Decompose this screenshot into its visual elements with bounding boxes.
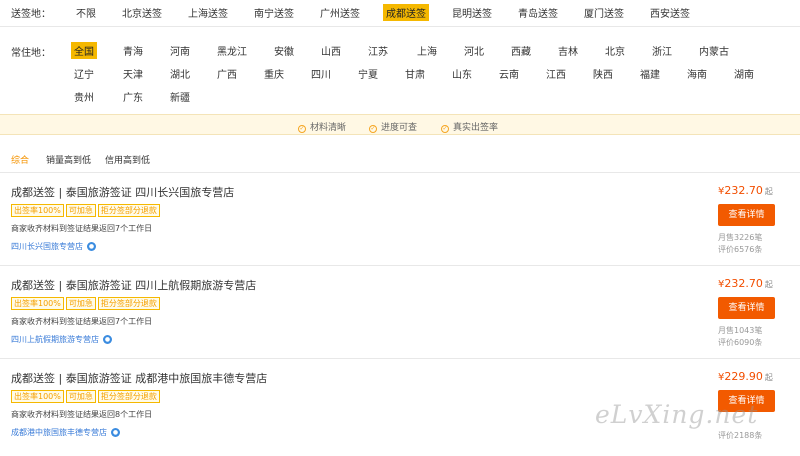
residence-option[interactable]: 甘肃 — [402, 65, 428, 82]
feature-clear-materials: ✓ 材料清晰 — [298, 123, 347, 133]
feature-progress-trackable: ✓ 进度可查 — [369, 123, 418, 133]
send-option-guangzhou[interactable]: 广州送签 — [317, 4, 363, 21]
view-details-button[interactable]: 查看详情 — [718, 204, 775, 226]
residence-option[interactable]: 新疆 — [167, 88, 193, 105]
send-option-chengdu[interactable]: 成都送签 — [383, 4, 429, 21]
shop-link[interactable]: 四川上航假期旅游专营店 ● — [11, 334, 112, 345]
residence-option[interactable]: 河南 — [167, 42, 193, 59]
chat-icon[interactable]: ● — [87, 242, 96, 251]
residence-option[interactable]: 湖南 — [731, 65, 757, 82]
residence-option[interactable]: 天津 — [120, 65, 146, 82]
residence-filter: 常住地： 全国 青海 河南 黑龙江 安徽 山西 江苏 上海 河北 西藏 吉林 北… — [0, 36, 800, 106]
send-option-xiamen[interactable]: 厦门送签 — [581, 4, 627, 21]
tag-expedite: 可加急 — [65, 390, 96, 403]
monthly-sales: 月售3226笔 — [718, 233, 763, 242]
check-circle-icon: ✓ — [298, 125, 306, 133]
residence-option[interactable]: 云南 — [496, 65, 522, 82]
send-location-filter: 送签地： 不限 北京送签 上海送签 南宁送签 广州送签 成都送签 昆明送签 青岛… — [0, 0, 800, 24]
residence-option[interactable]: 浙江 — [649, 42, 675, 59]
residence-option[interactable]: 安徽 — [271, 42, 297, 59]
residence-option[interactable]: 北京 — [602, 42, 628, 59]
sort-divider — [0, 172, 800, 173]
residence-option[interactable]: 宁夏 — [355, 65, 381, 82]
product-title[interactable]: 成都送签 | 泰国旅游签证 四川上航假期旅游专营店 — [11, 277, 256, 293]
product-price: ¥229.90 起 — [718, 370, 773, 383]
residence-option[interactable]: 江苏 — [365, 42, 391, 59]
product-title[interactable]: 成都送签 | 泰国旅游签证 四川长兴国旅专营店 — [11, 184, 234, 200]
view-details-button[interactable]: 查看详情 — [718, 297, 775, 319]
residence-option[interactable]: 青海 — [120, 42, 146, 59]
product-title[interactable]: 成都送签 | 泰国旅游签证 成都港中旅国旅丰德专营店 — [11, 370, 267, 386]
shop-link[interactable]: 成都港中旅国旅丰德专营店 ● — [11, 427, 120, 438]
sort-tab-sales[interactable]: 销量高到低 — [46, 153, 91, 166]
residence-option[interactable]: 辽宁 — [71, 65, 97, 82]
filter-divider — [0, 26, 800, 27]
chat-icon[interactable]: ● — [103, 335, 112, 344]
shop-link[interactable]: 四川长兴国旅专营店 ● — [11, 241, 96, 252]
send-location-label: 送签地： — [11, 9, 51, 20]
product-tags: 出签率100% 可加急 拒分签部分退款 — [11, 390, 162, 403]
review-count: 评价6090条 — [718, 338, 763, 347]
tag-approval-rate: 出签率100% — [11, 204, 64, 217]
feature-banner: ✓ 材料清晰 ✓ 进度可查 ✓ 真实出签率 — [0, 114, 800, 135]
monthly-sales: 月售1043笔 — [718, 326, 763, 335]
send-option-xian[interactable]: 西安送签 — [647, 4, 693, 21]
residence-option[interactable]: 广东 — [120, 88, 146, 105]
residence-option[interactable]: 贵州 — [71, 88, 97, 105]
residence-option[interactable]: 湖北 — [167, 65, 193, 82]
tag-expedite: 可加急 — [65, 204, 96, 217]
product-card[interactable]: 成都送签 | 泰国旅游签证 四川长兴国旅专营店 出签率100% 可加急 拒分签部分退… — [0, 178, 800, 266]
residence-option[interactable]: 内蒙古 — [696, 42, 732, 59]
residence-option[interactable]: 吉林 — [555, 42, 581, 59]
send-option-shanghai[interactable]: 上海送签 — [185, 4, 231, 21]
sort-tab-credit[interactable]: 信用高到低 — [105, 153, 150, 166]
sort-tab-overall[interactable]: 综合 — [11, 153, 29, 166]
residence-option[interactable]: 黑龙江 — [214, 42, 250, 59]
residence-option[interactable]: 上海 — [414, 42, 440, 59]
residence-option-nationwide[interactable]: 全国 — [71, 42, 97, 59]
send-option-unlimited[interactable]: 不限 — [73, 4, 99, 21]
tag-expedite: 可加急 — [65, 297, 96, 310]
residence-label: 常住地： — [11, 48, 51, 59]
residence-option[interactable]: 西藏 — [508, 42, 534, 59]
residence-option[interactable]: 河北 — [461, 42, 487, 59]
tag-refund: 拒分签部分退款 — [97, 390, 160, 403]
residence-option[interactable]: 广西 — [214, 65, 240, 82]
residence-option[interactable]: 海南 — [684, 65, 710, 82]
product-processing-time: 商家收齐材料到签证结果返回7个工作日 — [11, 224, 153, 233]
tag-refund: 拒分签部分退款 — [97, 297, 160, 310]
product-price: ¥232.70 起 — [718, 184, 773, 197]
check-circle-icon: ✓ — [441, 125, 449, 133]
residence-option[interactable]: 重庆 — [261, 65, 287, 82]
tag-approval-rate: 出签率100% — [11, 297, 64, 310]
site-watermark: eLvXing.net — [595, 400, 759, 429]
check-circle-icon: ✓ — [369, 125, 377, 133]
send-option-nanning[interactable]: 南宁送签 — [251, 4, 297, 21]
review-count: 评价2188条 — [718, 431, 763, 440]
residence-option[interactable]: 江西 — [543, 65, 569, 82]
product-processing-time: 商家收齐材料到签证结果返回7个工作日 — [11, 317, 153, 326]
feature-real-approval-rate: ✓ 真实出签率 — [441, 123, 499, 133]
product-tags: 出签率100% 可加急 拒分签部分退款 — [11, 204, 162, 217]
send-option-qingdao[interactable]: 青岛送签 — [515, 4, 561, 21]
review-count: 评价6576条 — [718, 245, 763, 254]
chat-icon[interactable]: ● — [111, 428, 120, 437]
tag-refund: 拒分签部分退款 — [97, 204, 160, 217]
residence-option[interactable]: 福建 — [637, 65, 663, 82]
residence-option[interactable]: 陕西 — [590, 65, 616, 82]
product-tags: 出签率100% 可加急 拒分签部分退款 — [11, 297, 162, 310]
send-option-beijing[interactable]: 北京送签 — [119, 4, 165, 21]
residence-option[interactable]: 四川 — [308, 65, 334, 82]
product-processing-time: 商家收齐材料到签证结果返回8个工作日 — [11, 410, 153, 419]
tag-approval-rate: 出签率100% — [11, 390, 64, 403]
send-option-kunming[interactable]: 昆明送签 — [449, 4, 495, 21]
product-price: ¥232.70 起 — [718, 277, 773, 290]
residence-option[interactable]: 山西 — [318, 42, 344, 59]
product-card[interactable]: 成都送签 | 泰国旅游签证 四川上航假期旅游专营店 出签率100% 可加急 拒分签部… — [0, 271, 800, 359]
residence-option[interactable]: 山东 — [449, 65, 475, 82]
